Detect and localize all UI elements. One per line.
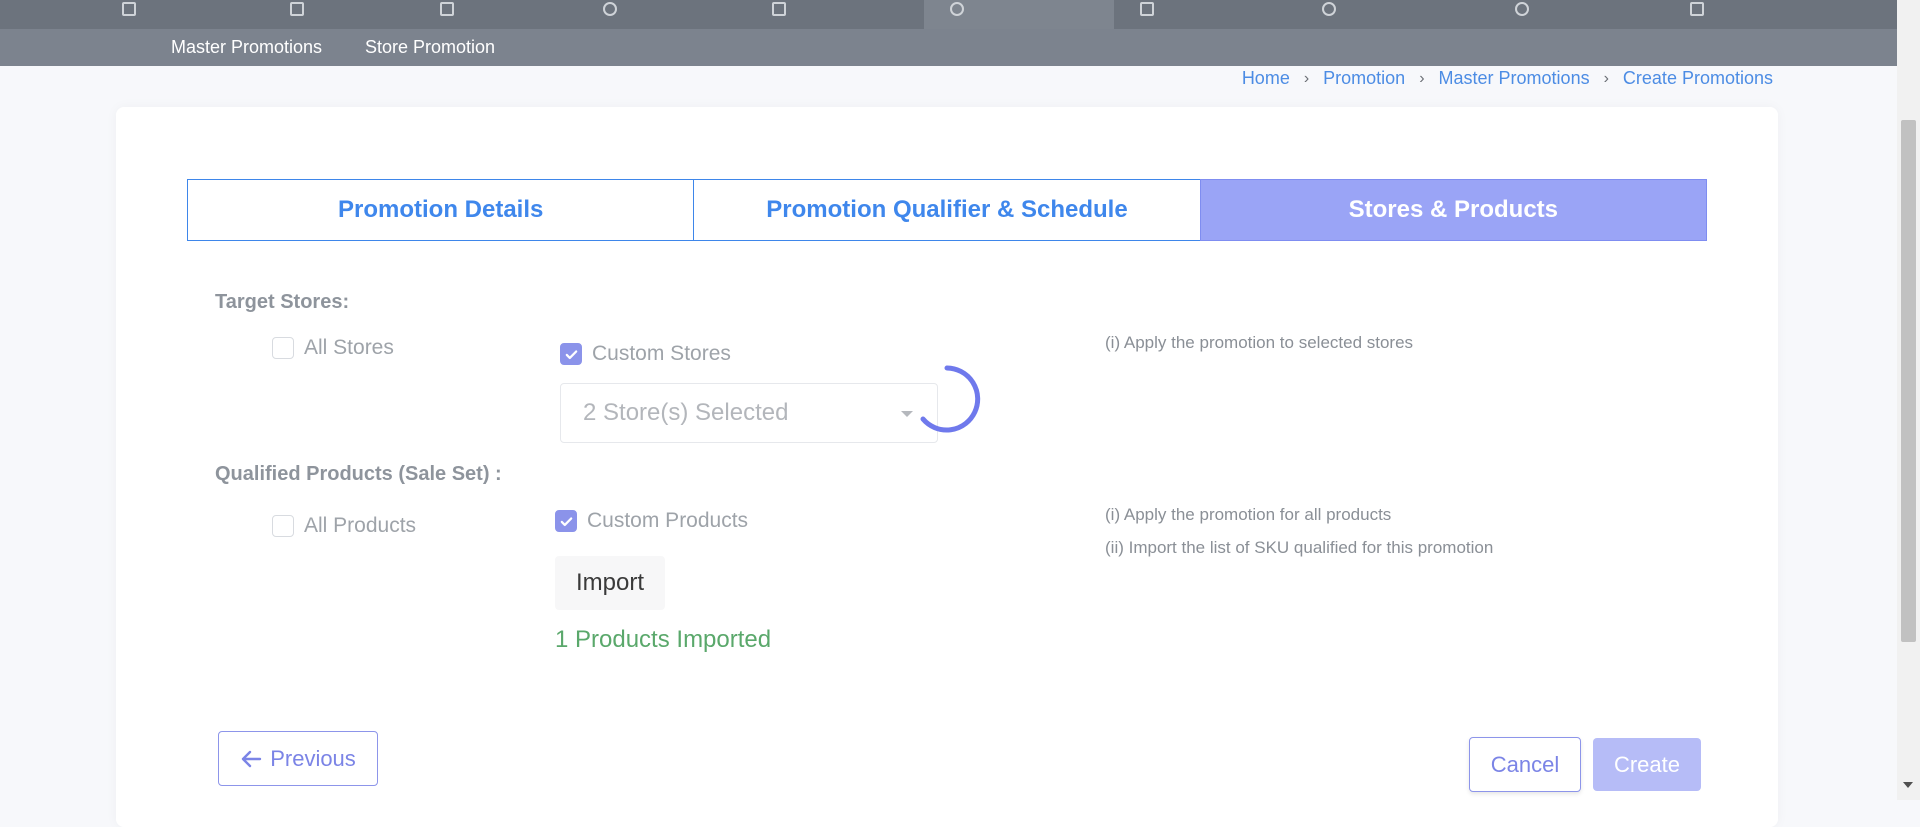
all-stores-checkbox[interactable] (272, 337, 294, 359)
custom-products-checkbox[interactable] (555, 510, 577, 532)
tab-promotion-details[interactable]: Promotion Details (187, 179, 695, 241)
star-icon (1322, 1, 1336, 16)
checkmark-icon (560, 516, 572, 526)
all-stores-option[interactable]: All Stores (272, 336, 394, 360)
page-scrollbar[interactable] (1897, 0, 1920, 800)
step-tabs: Promotion Details Promotion Qualifier & … (187, 179, 1707, 241)
top-nav-item-4[interactable] (603, 0, 617, 29)
products-hint-2: (ii) Import the list of SKU qualified fo… (1105, 538, 1494, 557)
qualified-products-label: Qualified Products (Sale Set) : (215, 463, 502, 485)
target-stores-label: Target Stores: (215, 291, 350, 313)
checkmark-icon (565, 349, 577, 359)
tab-stores-products[interactable]: Stores & Products (1199, 179, 1707, 241)
custom-stores-option[interactable]: Custom Stores (560, 342, 731, 366)
dashboard-icon (122, 1, 136, 16)
inventory-icon (1140, 1, 1154, 16)
breadcrumb-home[interactable]: Home (1242, 68, 1290, 89)
previous-button-label: Previous (270, 745, 356, 771)
breadcrumb: Home › Promotion › Master Promotions › C… (1242, 68, 1773, 89)
breadcrumb-create-promotions[interactable]: Create Promotions (1623, 68, 1773, 89)
all-products-option[interactable]: All Products (272, 514, 416, 538)
all-products-label: All Products (304, 514, 417, 537)
top-nav-item-2[interactable] (290, 0, 304, 29)
reports-icon (1690, 1, 1704, 16)
settings-icon (1515, 1, 1529, 16)
top-nav-bar (0, 0, 1897, 29)
products-imported-status: 1 Products Imported (555, 626, 772, 653)
custom-products-label: Custom Products (587, 509, 749, 532)
menu-icon (290, 1, 304, 16)
sub-nav-bar: Master Promotions Store Promotion (0, 29, 1897, 66)
chevron-right-icon: › (1303, 69, 1310, 87)
scrollbar-thumb[interactable] (1901, 120, 1916, 642)
promotion-icon (950, 1, 964, 16)
subnav-store-promotion[interactable]: Store Promotion (365, 29, 495, 66)
breadcrumb-master-promotions[interactable]: Master Promotions (1439, 68, 1590, 89)
top-nav-item-9[interactable] (1515, 0, 1529, 29)
top-nav-item-7[interactable] (1140, 0, 1154, 29)
stores-select-value: 2 Store(s) Selected (583, 399, 789, 426)
location-icon (603, 1, 617, 16)
custom-stores-checkbox[interactable] (560, 343, 582, 365)
tab-promotion-qualifier-schedule[interactable]: Promotion Qualifier & Schedule (693, 179, 1201, 241)
top-nav-item-8[interactable] (1322, 0, 1336, 29)
custom-products-option[interactable]: Custom Products (555, 509, 748, 533)
scroll-down-arrow-icon[interactable] (1903, 782, 1913, 788)
top-nav-item-1[interactable] (122, 0, 136, 29)
custom-stores-label: Custom Stores (592, 342, 731, 365)
all-stores-label: All Stores (304, 336, 394, 359)
create-button[interactable]: Create (1593, 738, 1701, 791)
top-nav-item-3[interactable] (440, 0, 454, 29)
all-products-checkbox[interactable] (272, 515, 294, 537)
products-hint-1: (i) Apply the promotion for all products (1105, 505, 1392, 524)
top-nav-item-6[interactable] (950, 0, 964, 29)
chevron-right-icon: › (1603, 69, 1609, 87)
loading-spinner-icon (920, 365, 981, 433)
previous-button[interactable]: Previous (218, 731, 378, 786)
arrow-left-icon (242, 750, 262, 767)
breadcrumb-promotion[interactable]: Promotion (1323, 68, 1405, 89)
target-stores-hint: (i) Apply the promotion to selected stor… (1105, 333, 1414, 352)
stores-select[interactable]: 2 Store(s) Selected (560, 383, 938, 443)
top-nav-item-5[interactable] (772, 0, 786, 29)
products-icon (772, 1, 786, 16)
subnav-master-promotions[interactable]: Master Promotions (171, 29, 322, 66)
orders-icon (440, 1, 454, 16)
top-nav-item-10[interactable] (1690, 0, 1704, 29)
cancel-button[interactable]: Cancel (1469, 737, 1581, 792)
import-button[interactable]: Import (555, 556, 665, 610)
chevron-right-icon: › (1419, 69, 1425, 87)
